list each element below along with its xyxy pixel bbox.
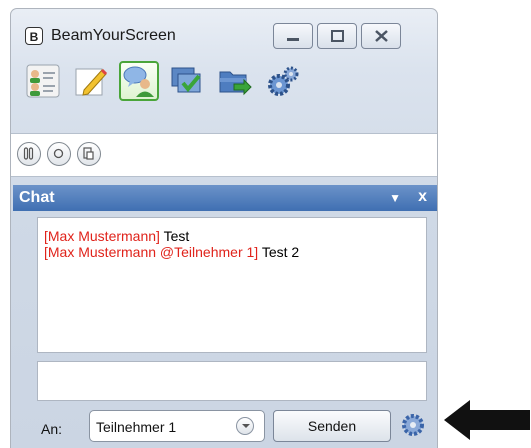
maximize-icon — [331, 30, 344, 42]
message-text: Test 2 — [258, 244, 300, 260]
chat-settings-gear-icon[interactable] — [399, 411, 427, 439]
recipient-value: Teilnehmer 1 — [96, 419, 177, 435]
dropdown-button[interactable] — [236, 417, 254, 435]
beamyourscreen-window: B BeamYourScreen Chat ▼ x [Max Musterman… — [10, 8, 438, 448]
session-control-bar — [11, 133, 437, 177]
window-title: BeamYourScreen — [51, 27, 176, 44]
recipient-label: An: — [41, 421, 63, 437]
message-text: Test — [159, 228, 190, 244]
chevron-down-icon — [242, 424, 250, 428]
participants-list-icon — [26, 64, 60, 98]
settings-gears-icon — [268, 66, 299, 96]
settings-button[interactable] — [263, 61, 303, 101]
presentation-check-icon — [171, 67, 201, 93]
clipboard-button[interactable] — [77, 142, 101, 166]
chat-message: [Max Mustermann @Teilnehmer 1] Test 2 — [44, 244, 420, 260]
recipient-select[interactable]: Teilnehmer 1 — [89, 410, 265, 442]
collapse-panel-icon[interactable]: ▼ — [389, 191, 401, 205]
close-button[interactable] — [361, 23, 401, 49]
window-controls — [273, 23, 401, 49]
file-transfer-button[interactable] — [215, 61, 255, 101]
pause-icon — [23, 147, 34, 160]
pencil-annotate-icon — [75, 68, 108, 96]
message-sender: [Max Mustermann @Teilnehmer 1] — [44, 244, 259, 260]
record-icon — [53, 148, 64, 159]
record-button[interactable] — [47, 142, 71, 166]
send-button[interactable]: Senden — [273, 410, 391, 442]
chat-button[interactable] — [119, 61, 159, 101]
close-panel-button[interactable]: x — [418, 188, 427, 206]
annotate-button[interactable] — [71, 61, 111, 101]
minimize-button[interactable] — [273, 23, 313, 49]
participants-button[interactable] — [23, 61, 63, 101]
folder-transfer-icon — [219, 71, 252, 96]
presentation-button[interactable] — [167, 61, 207, 101]
main-toolbar — [19, 55, 429, 107]
chat-panel-header: Chat ▼ x — [13, 185, 437, 211]
title-bar[interactable]: B BeamYourScreen — [11, 9, 437, 49]
app-logo-icon: B — [25, 27, 43, 45]
maximize-button[interactable] — [317, 23, 357, 49]
clipboard-icon — [83, 147, 94, 160]
close-icon — [375, 30, 388, 42]
pointer-arrow-icon — [444, 400, 530, 440]
chat-title: Chat — [19, 189, 55, 206]
minimize-icon — [287, 38, 299, 41]
message-sender: [Max Mustermann] — [44, 228, 160, 244]
chat-message-log: [Max Mustermann] Test [Max Mustermann @T… — [37, 217, 427, 353]
pause-button[interactable] — [17, 142, 41, 166]
chat-message: [Max Mustermann] Test — [44, 228, 420, 244]
chat-input-field[interactable] — [37, 361, 427, 401]
chat-person-icon — [123, 66, 154, 97]
